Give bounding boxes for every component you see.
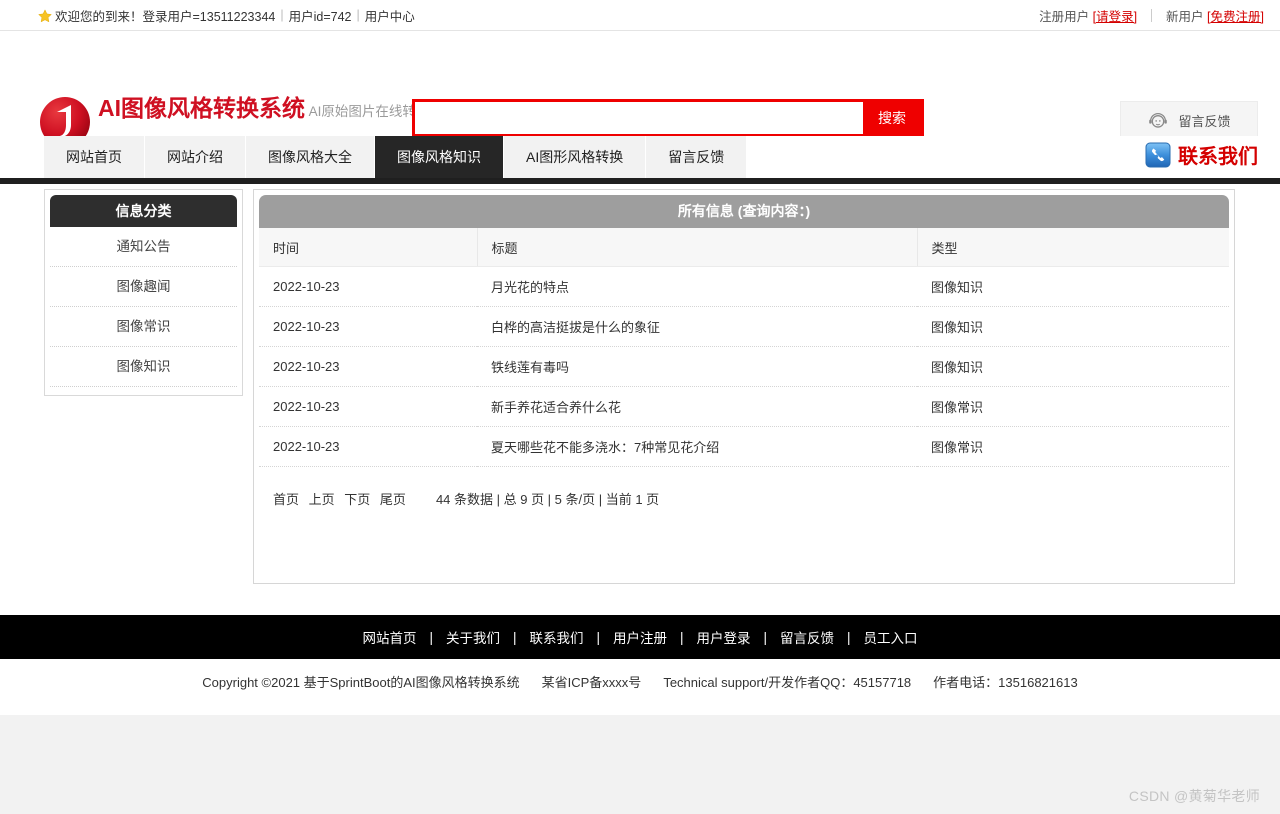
cell-title[interactable]: 月光花的特点 — [477, 266, 917, 307]
main-navigation-bar: 网站首页 网站介绍 图像风格大全 图像风格知识 AI图形风格转换 留言反馈 联系… — [0, 136, 1280, 185]
content-panel: 所有信息 (查询内容：) 时间 标题 类型 2022-10-23 月光花的特点 … — [253, 189, 1235, 584]
cell-time: 2022-10-23 — [259, 346, 477, 387]
nav-underline-bar — [0, 178, 1280, 184]
welcome-message: 欢迎您的到来！登录用户=13511223344 | 用户id=742 | 用户中… — [38, 6, 415, 25]
customer-service-icon — [1147, 109, 1169, 131]
column-header-type: 类型 — [917, 228, 1229, 267]
pagination-last[interactable]: 尾页 — [380, 492, 406, 507]
pagination-first[interactable]: 首页 — [273, 492, 299, 507]
site-title: AI图像风格转换系统 — [98, 95, 305, 121]
cell-type: 图像常识 — [917, 426, 1229, 467]
cell-type: 图像知识 — [917, 346, 1229, 387]
table-row[interactable]: 2022-10-23 月光花的特点 图像知识 — [259, 266, 1229, 307]
footer-separator: | — [847, 629, 851, 645]
user-center-link[interactable]: 用户中心 — [365, 6, 415, 25]
nav-item-style-transfer[interactable]: AI图形风格转换 — [504, 136, 647, 178]
topbar-separator-2: | — [356, 8, 360, 22]
content-panel-title: 所有信息 (查询内容：) — [259, 195, 1229, 228]
nav-item-feedback[interactable]: 留言反馈 — [646, 136, 748, 178]
table-row[interactable]: 2022-10-23 铁线莲有毒吗 图像知识 — [259, 346, 1229, 387]
search-button[interactable]: 搜索 — [863, 102, 921, 134]
pagination-stats: 44 条数据 | 总 9 页 | 5 条/页 | 当前 1 页 — [435, 492, 660, 507]
phone-icon — [1145, 142, 1171, 168]
footer-link-register[interactable]: 用户注册 — [613, 627, 667, 647]
footer-copyright-bar: Copyright ©2021 基于SprintBoot的AI图像风格转换系统 … — [0, 659, 1280, 704]
table-row[interactable]: 2022-10-23 新手养花适合养什么花 图像常识 — [259, 386, 1229, 427]
cell-time: 2022-10-23 — [259, 266, 477, 307]
cell-time: 2022-10-23 — [259, 306, 477, 347]
pagination-links: 首页 上页 下页 尾页 — [273, 489, 406, 508]
sidebar-item-notice[interactable]: 通知公告 — [50, 227, 237, 267]
technical-support-text: Technical support/开发作者QQ：45157718 — [663, 675, 912, 690]
register-link[interactable]: [免费注册] — [1207, 6, 1264, 25]
feedback-button[interactable]: 留言反馈 — [1120, 101, 1258, 139]
cell-type: 图像知识 — [917, 306, 1229, 347]
account-links: 注册用户 [请登录] 新用户 [免费注册] — [1039, 6, 1264, 25]
contact-us-label: 联系我们 — [1178, 146, 1258, 168]
search-box: 搜索 — [412, 99, 924, 137]
icp-text: 某省ICP备xxxx号 — [541, 675, 642, 690]
sidebar-title: 信息分类 — [50, 195, 237, 227]
pagination-next[interactable]: 下页 — [344, 492, 370, 507]
footer-separator: | — [429, 629, 433, 645]
footer-link-staff-entry[interactable]: 员工入口 — [864, 627, 918, 647]
author-phone-text: 作者电话：13516821613 — [933, 675, 1078, 690]
cell-title[interactable]: 新手养花适合养什么花 — [477, 386, 917, 427]
table-header-row: 时间 标题 类型 — [259, 228, 1229, 267]
topbar-separator-1: | — [280, 8, 284, 22]
footer-link-feedback[interactable]: 留言反馈 — [780, 627, 834, 647]
footer-separator: | — [680, 629, 684, 645]
top-welcome-bar: 欢迎您的到来！登录用户=13511223344 | 用户id=742 | 用户中… — [0, 0, 1280, 31]
footer-separator: | — [512, 629, 517, 645]
star-icon — [38, 9, 52, 23]
table-row[interactable]: 2022-10-23 夏天哪些花不能多浇水：7种常见花介绍 图像常识 — [259, 426, 1229, 467]
feedback-button-label: 留言反馈 — [1178, 113, 1231, 129]
page-body: 信息分类 通知公告 图像趣闻 图像常识 图像知识 所有信息 (查询内容：) 时间… — [0, 185, 1280, 615]
column-header-time: 时间 — [259, 228, 478, 267]
nav-item-intro[interactable]: 网站介绍 — [145, 136, 246, 178]
contact-us-banner[interactable]: 联系我们 — [1145, 140, 1258, 169]
cell-title[interactable]: 铁线莲有毒吗 — [477, 346, 917, 387]
site-header: AI图像风格转换系统 AI原始图片在线转各种图像风格 搜索 关键词1 关键词2 … — [0, 31, 1280, 160]
sidebar-panel: 信息分类 通知公告 图像趣闻 图像常识 图像知识 — [44, 189, 243, 396]
new-user-label: 新用户 — [1166, 9, 1204, 24]
nav-item-style-list[interactable]: 图像风格大全 — [246, 136, 375, 178]
nav-items: 网站首页 网站介绍 图像风格大全 图像风格知识 AI图形风格转换 留言反馈 — [44, 136, 748, 178]
sidebar-item-image-news[interactable]: 图像趣闻 — [50, 267, 237, 307]
pagination-prev[interactable]: 上页 — [309, 492, 335, 507]
table-body: 2022-10-23 月光花的特点 图像知识 2022-10-23 白桦的高洁挺… — [259, 266, 1229, 467]
nav-item-home[interactable]: 网站首页 — [44, 136, 145, 178]
user-id-text: 用户id=742 — [288, 9, 352, 24]
footer-link-contact[interactable]: 联系我们 — [529, 627, 583, 647]
cell-title[interactable]: 白桦的高洁挺拔是什么的象征 — [477, 306, 917, 347]
information-table: 时间 标题 类型 2022-10-23 月光花的特点 图像知识 2022-10-… — [259, 228, 1229, 467]
cell-time: 2022-10-23 — [259, 386, 477, 427]
table-row[interactable]: 2022-10-23 白桦的高洁挺拔是什么的象征 图像知识 — [259, 306, 1229, 347]
footer-separator: | — [763, 629, 768, 645]
nav-item-style-knowledge[interactable]: 图像风格知识 — [375, 136, 504, 178]
welcome-text: 欢迎您的到来！登录用户=13511223344 — [55, 9, 276, 24]
footer-link-about[interactable]: 关于我们 — [446, 627, 500, 647]
csdn-watermark: CSDN @黄菊华老师 — [1128, 788, 1260, 804]
login-link[interactable]: [请登录] — [1093, 6, 1137, 25]
bottom-background-fill — [0, 715, 1280, 814]
copyright-text: Copyright ©2021 基于SprintBoot的AI图像风格转换系统 — [202, 675, 520, 690]
cell-type: 图像知识 — [917, 266, 1229, 307]
account-links-divider — [1151, 8, 1153, 22]
sidebar-item-image-common[interactable]: 图像常识 — [50, 307, 237, 347]
registered-user-label: 注册用户 — [1039, 9, 1090, 24]
table-head: 时间 标题 类型 — [259, 228, 1229, 267]
cell-title[interactable]: 夏天哪些花不能多浇水：7种常见花介绍 — [477, 426, 917, 467]
column-header-title: 标题 — [477, 228, 918, 267]
footer-link-login[interactable]: 用户登录 — [697, 627, 751, 647]
sidebar-item-image-knowledge[interactable]: 图像知识 — [50, 347, 237, 387]
footer-navigation: 网站首页 | 关于我们 | 联系我们 | 用户注册 | 用户登录 | 留言反馈 … — [0, 615, 1280, 659]
search-input[interactable] — [415, 102, 863, 134]
cell-time: 2022-10-23 — [259, 426, 477, 467]
cell-type: 图像常识 — [917, 386, 1229, 427]
footer-separator: | — [596, 629, 600, 645]
footer-link-home[interactable]: 网站首页 — [362, 627, 416, 647]
pagination: 首页 上页 下页 尾页 44 条数据 | 总 9 页 | 5 条/页 | 当前 … — [259, 489, 1229, 508]
